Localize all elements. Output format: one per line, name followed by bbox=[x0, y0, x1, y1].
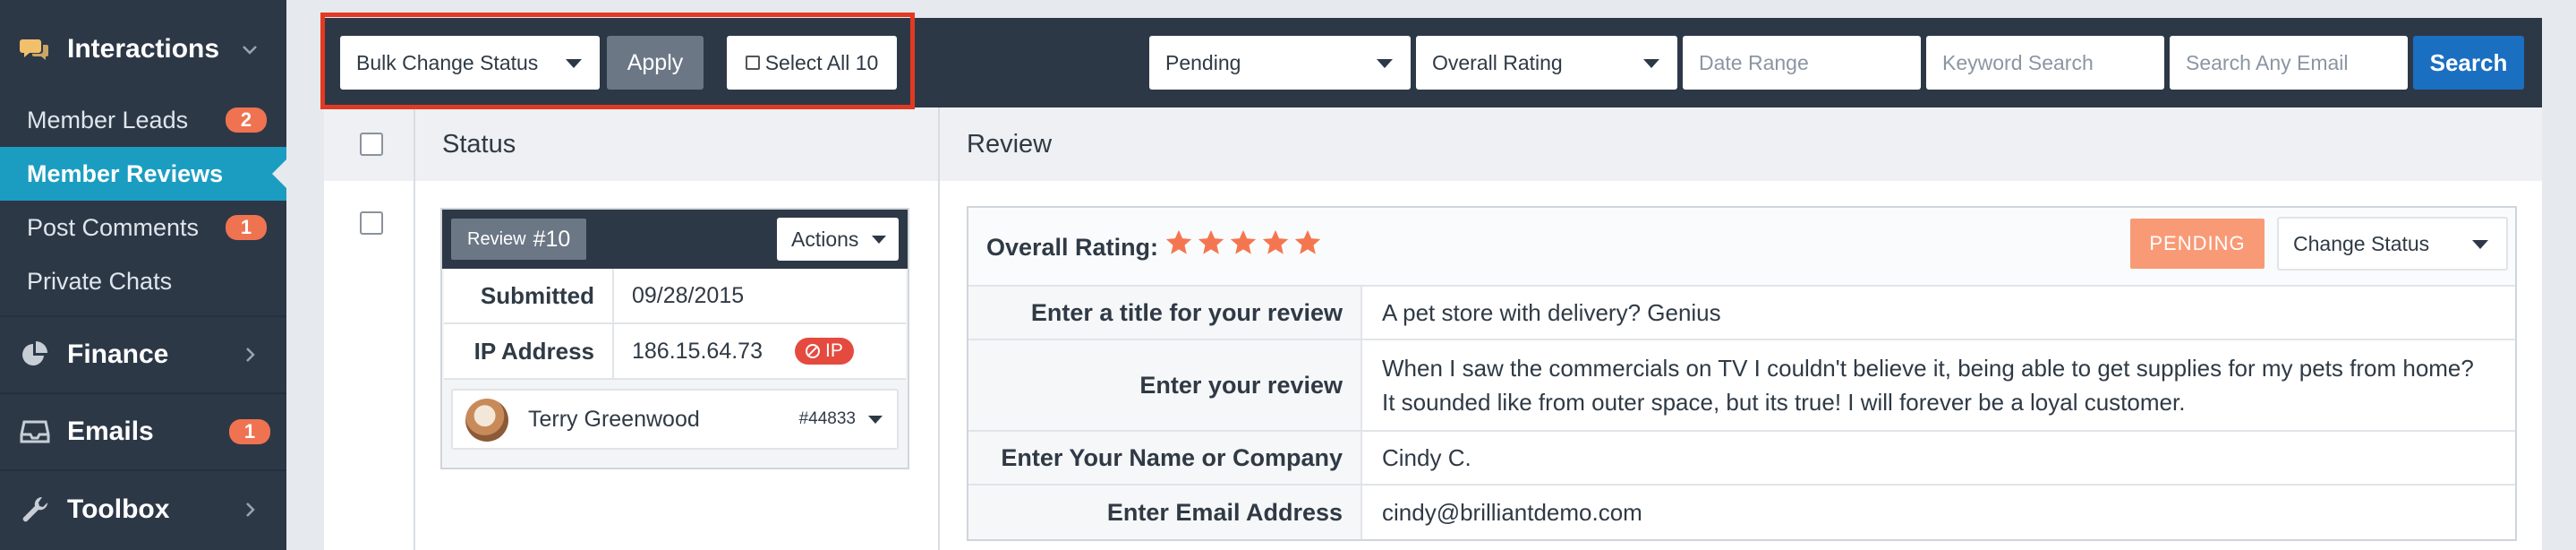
info-label: Submitted bbox=[444, 269, 614, 322]
chat-bubbles-icon bbox=[20, 39, 48, 60]
sidebar-item-member-leads[interactable]: Member Leads 2 bbox=[0, 93, 286, 147]
row-checkbox[interactable] bbox=[360, 211, 383, 235]
field-label: Enter Your Name or Company bbox=[968, 432, 1362, 484]
sidebar-item-member-reviews[interactable]: Member Reviews bbox=[0, 147, 286, 201]
nav-section-label: Finance bbox=[67, 339, 169, 369]
count-badge: 1 bbox=[229, 419, 270, 444]
sidebar-item-private-chats[interactable]: Private Chats bbox=[0, 254, 286, 308]
field-value: A pet store with delivery? Genius bbox=[1382, 299, 1721, 326]
table-header: Status Review bbox=[324, 107, 2542, 181]
sidebar-item-label: Member Reviews bbox=[27, 159, 224, 187]
nav-section-emails[interactable]: Emails 1 bbox=[0, 394, 286, 471]
change-status-select[interactable]: Change Status bbox=[2277, 217, 2508, 271]
nav-section-interactions[interactable]: Interactions bbox=[0, 7, 286, 91]
column-header-status: Status bbox=[442, 129, 516, 159]
sidebar-item-label: Member Leads bbox=[27, 106, 189, 133]
ban-ip-label: IP bbox=[825, 340, 843, 361]
date-range-input[interactable]: Date Range bbox=[1683, 36, 1921, 90]
actions-dropdown[interactable]: Actions bbox=[777, 218, 899, 261]
star-icon bbox=[1165, 229, 1192, 254]
member-name: Terry Greenwood bbox=[528, 406, 700, 432]
sidebar-item-post-comments[interactable]: Post Comments 1 bbox=[0, 201, 286, 254]
field-value: cindy@brilliantdemo.com bbox=[1382, 499, 1642, 526]
chevron-down-icon bbox=[243, 46, 257, 55]
review-field-title: Enter a title for your review A pet stor… bbox=[968, 287, 2515, 340]
rating-filter-select[interactable]: Overall Rating bbox=[1416, 36, 1677, 90]
overall-rating-label: Overall Rating: bbox=[986, 233, 1159, 261]
field-label: Enter a title for your review bbox=[968, 287, 1362, 339]
pie-chart-icon bbox=[22, 341, 47, 365]
chevron-right-icon bbox=[246, 348, 255, 362]
member-id: #44833 bbox=[798, 409, 856, 428]
column-divider bbox=[414, 107, 415, 550]
caret-down-icon bbox=[1377, 59, 1393, 68]
actions-label: Actions bbox=[791, 227, 859, 251]
chevron-right-icon bbox=[246, 503, 255, 517]
avatar bbox=[465, 399, 508, 442]
select-all-checkbox[interactable] bbox=[360, 133, 383, 156]
email-search-input[interactable]: Search Any Email bbox=[2170, 36, 2408, 90]
sidebar-item-label: Post Comments bbox=[27, 213, 200, 241]
nav-section-label: Interactions bbox=[67, 34, 220, 64]
search-button[interactable]: Search bbox=[2413, 36, 2524, 90]
review-card: Overall Rating: PENDING Change Status En… bbox=[967, 206, 2517, 541]
review-tag-word: Review bbox=[467, 228, 526, 249]
field-value: Cindy C. bbox=[1382, 444, 1471, 471]
caret-down-icon bbox=[872, 236, 886, 244]
field-label: Enter your review bbox=[968, 340, 1362, 430]
status-badge: PENDING bbox=[2130, 219, 2265, 269]
member-selector[interactable]: Terry Greenwood #44833 bbox=[451, 389, 899, 450]
info-value: 186.15.64.73 bbox=[632, 338, 763, 364]
nav-section-toolbox[interactable]: Toolbox bbox=[0, 471, 286, 548]
count-badge: 1 bbox=[226, 215, 267, 240]
review-field-review: Enter your review When I saw the commerc… bbox=[968, 340, 2515, 432]
review-number-tag: Review #10 bbox=[451, 219, 587, 260]
caret-down-icon bbox=[2472, 240, 2488, 249]
field-label: Enter Email Address bbox=[968, 486, 1362, 539]
nav-section-finance[interactable]: Finance bbox=[0, 317, 286, 394]
info-row-ip-address: IP Address 186.15.64.73 IP bbox=[444, 324, 906, 380]
star-icon bbox=[1294, 229, 1321, 254]
column-header-review: Review bbox=[967, 129, 1053, 159]
status-filter-select[interactable]: Pending bbox=[1149, 36, 1411, 90]
review-field-name: Enter Your Name or Company Cindy C. bbox=[968, 432, 2515, 486]
status-card-header: Review #10 Actions bbox=[442, 210, 908, 269]
nav-section-label: Emails bbox=[67, 417, 154, 446]
info-value: 09/28/2015 bbox=[632, 282, 745, 308]
count-badge: 2 bbox=[226, 107, 267, 133]
keyword-search-input[interactable]: Keyword Search bbox=[1926, 36, 2164, 90]
annotation-highlight-box bbox=[320, 13, 915, 109]
field-value: When I saw the commercials on TV I could… bbox=[1382, 355, 2474, 416]
wrench-icon bbox=[22, 496, 48, 522]
info-row-submitted: Submitted 09/28/2015 bbox=[444, 269, 906, 324]
info-label: IP Address bbox=[444, 324, 614, 378]
star-icon bbox=[1230, 229, 1257, 254]
review-tag-number: #10 bbox=[533, 226, 571, 252]
status-filter-value: Pending bbox=[1165, 50, 1241, 74]
sidebar-item-label: Private Chats bbox=[27, 267, 173, 295]
sidebar: Interactions Member Leads 2 Member Revie… bbox=[0, 0, 286, 550]
star-icon bbox=[1262, 229, 1289, 254]
change-status-label: Change Status bbox=[2293, 231, 2430, 255]
caret-down-icon bbox=[1643, 59, 1659, 68]
star-rating bbox=[1164, 228, 1325, 258]
column-divider bbox=[938, 107, 940, 550]
status-card: Review #10 Actions Submitted 09/28/2015 … bbox=[440, 208, 909, 469]
inbox-icon bbox=[20, 420, 50, 443]
caret-down-icon bbox=[868, 416, 883, 424]
nav-section-label: Toolbox bbox=[67, 494, 170, 524]
ban-icon bbox=[806, 344, 820, 358]
review-field-email: Enter Email Address cindy@brilliantdemo.… bbox=[968, 486, 2515, 539]
review-card-header: Overall Rating: PENDING Change Status bbox=[968, 208, 2515, 287]
rating-filter-value: Overall Rating bbox=[1432, 50, 1563, 74]
star-icon bbox=[1198, 229, 1224, 254]
ban-ip-button[interactable]: IP bbox=[795, 338, 854, 365]
